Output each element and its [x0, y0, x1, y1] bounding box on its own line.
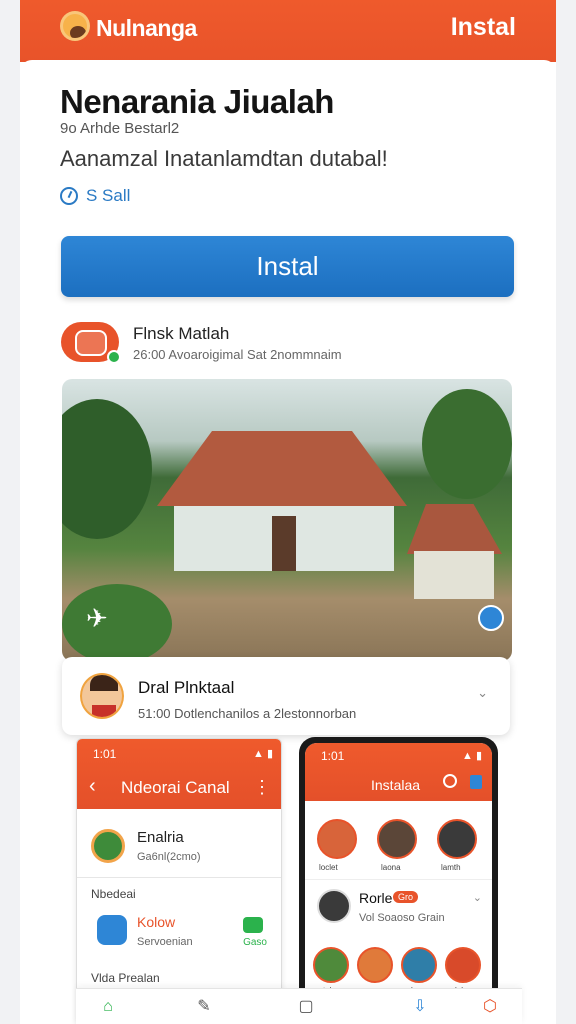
listing-description: Aanamzal Inatanlamdtan dutabal! — [60, 146, 388, 171]
more-vert-icon: ⋮ — [253, 777, 271, 797]
comment-text: 51:00 Dotlenchanilos a 2lestonnorban — [138, 706, 357, 721]
section-label: Vlda Prealan — [91, 971, 160, 985]
commenter-avatar — [80, 673, 124, 719]
house-door — [272, 516, 296, 571]
chevron-down-icon: ⌄ — [472, 892, 482, 904]
chat-icon — [243, 917, 263, 933]
bush-shape — [62, 584, 172, 661]
share-icon — [470, 775, 482, 789]
share-arrow-icon[interactable] — [478, 605, 504, 631]
listing-meta-text: S Sall — [86, 186, 131, 205]
tree-shape — [422, 389, 512, 499]
search-icon — [443, 774, 457, 788]
commenter-name: Dral Plnktaal — [138, 678, 235, 697]
item-icon — [91, 829, 125, 863]
item-sub: Servoenian — [137, 936, 193, 948]
story-avatar — [437, 819, 477, 859]
clock-icon — [60, 187, 78, 205]
story-avatar — [317, 819, 357, 859]
phone-screen: 1:01 ▲ ▮ Instalaa loclet laona lamth Ror… — [305, 743, 492, 1024]
verified-icon — [107, 350, 121, 364]
screenshot-right[interactable]: 1:01 ▲ ▮ Instalaa loclet laona lamth Ror… — [299, 737, 498, 1024]
tree-shape — [62, 399, 152, 539]
status-time: 1:01 — [93, 747, 117, 761]
story-avatar — [377, 819, 417, 859]
story-avatar — [401, 947, 437, 983]
chat-label: Gaso — [243, 937, 267, 948]
app-name: Nulnanga — [96, 15, 197, 41]
status-time: 1:01 — [321, 749, 345, 763]
listing-subline: 9o Arhde Bestarl2 — [60, 120, 180, 137]
top-bar: Nulnanga Instal — [20, 0, 556, 62]
story-label: laona — [381, 863, 401, 872]
story-avatar — [445, 947, 481, 983]
hexagon-icon[interactable]: ⬡ — [480, 997, 500, 1017]
story-label: lamth — [441, 863, 461, 872]
developer-avatar[interactable] — [61, 322, 121, 364]
screenshot-header: 1:01 ▲ ▮ Instalaa — [305, 743, 492, 801]
listing-title: Nenarania Jiualah — [60, 83, 334, 120]
chat-icon[interactable]: ▢ — [296, 997, 316, 1017]
divider — [77, 877, 281, 878]
house-wing-roof — [407, 504, 502, 554]
featured-photo[interactable]: ✈ — [62, 379, 512, 661]
item-icon — [97, 915, 127, 945]
user-avatar — [317, 889, 351, 923]
status-icons: ▲ ▮ — [462, 750, 482, 762]
install-button[interactable]: Instal — [61, 236, 514, 297]
section-label: Nbedeai — [91, 887, 136, 901]
house-roof — [157, 431, 407, 506]
user-badge: Gro — [393, 891, 419, 903]
app-logo-icon — [60, 11, 90, 41]
user-sub: Vol Soaoso Grain — [359, 912, 445, 924]
item-sub: Ga6nl(2cmo) — [137, 851, 201, 863]
item-name: Kolow — [137, 914, 176, 930]
screenshot-left[interactable]: 1:01 ▲ ▮ ‹ Ndeorai Canal ⋮ Enalria Ga6nl… — [76, 738, 282, 1024]
divider — [305, 879, 492, 880]
screenshot-title: Instalaa — [371, 777, 421, 793]
item-name: Enalria — [137, 829, 184, 846]
plane-icon: ✈ — [86, 603, 108, 633]
developer-name[interactable]: Flnsk Matlah — [133, 324, 229, 344]
back-arrow-icon: ‹ — [89, 775, 96, 797]
screenshot-title: Ndeorai Canal — [121, 778, 230, 797]
bottom-nav: ⌂ ✎ ▢ ⇩ ⬡ — [76, 988, 522, 1024]
story-avatar — [313, 947, 349, 983]
house-wing-wall — [414, 551, 494, 599]
story-label: loclet — [319, 863, 338, 872]
pen-icon[interactable]: ✎ — [194, 997, 214, 1017]
home-icon[interactable]: ⌂ — [98, 997, 118, 1017]
status-icons: ▲ ▮ — [253, 748, 273, 760]
comment-card[interactable]: Dral Plnktaal 51:00 Dotlenchanilos a 2le… — [62, 657, 510, 735]
chevron-down-icon[interactable]: ⌄ — [477, 685, 488, 701]
user-name: Rorle — [359, 890, 393, 906]
download-icon[interactable]: ⇩ — [410, 997, 430, 1017]
header-install-button[interactable]: Instal — [451, 13, 516, 42]
story-avatar — [357, 947, 393, 983]
developer-sub: 26:00 Avoaroigimal Sat 2nommnaim — [133, 347, 342, 362]
screenshot-header: 1:01 ▲ ▮ ‹ Ndeorai Canal ⋮ — [77, 739, 281, 809]
app-frame: Nulnanga Instal Nenarania Jiualah 9o Arh… — [20, 0, 556, 1024]
listing-meta: S Sall — [60, 186, 130, 206]
